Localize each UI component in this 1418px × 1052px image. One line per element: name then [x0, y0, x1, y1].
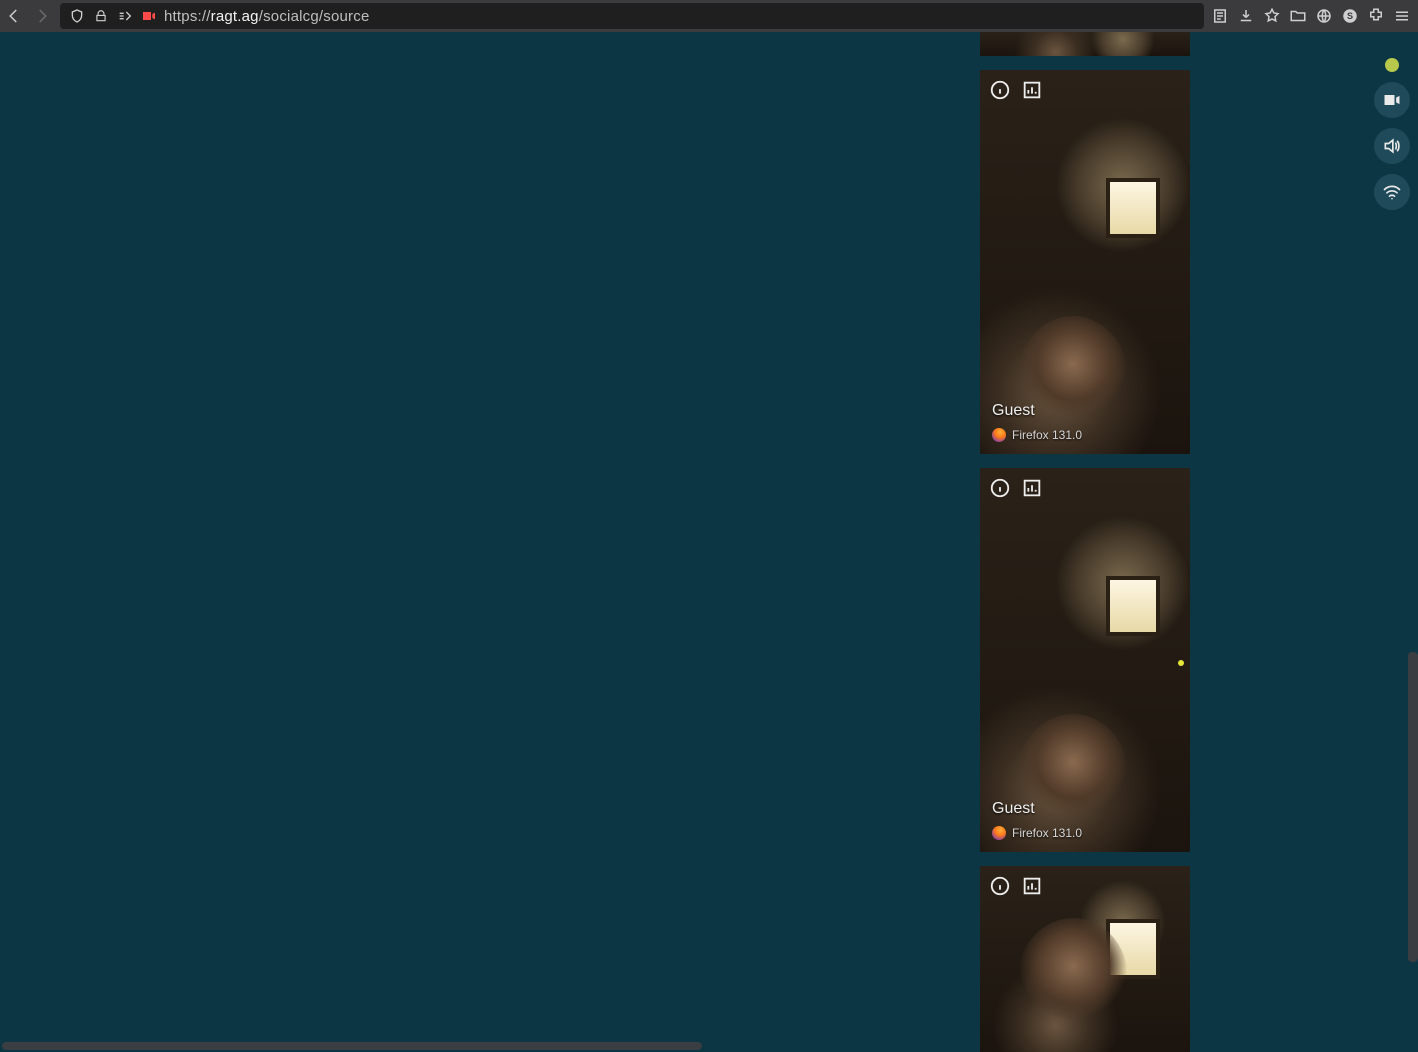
- video-feed: [980, 32, 1190, 56]
- speaker-toggle-button[interactable]: [1374, 128, 1410, 164]
- floating-controls: [1374, 58, 1410, 210]
- svg-text:S: S: [1347, 11, 1353, 21]
- participant-name: Guest: [992, 402, 1035, 420]
- stats-icon[interactable]: [1020, 476, 1044, 500]
- page-body: Guest Firefox 131.0 Guest Firefox 131.0: [0, 32, 1418, 1052]
- video-feed-detail: [1018, 918, 1128, 1038]
- lock-icon[interactable]: [92, 7, 110, 25]
- url-text: https://ragt.ag/socialcg/source: [164, 8, 369, 25]
- info-icon[interactable]: [988, 78, 1012, 102]
- browser-version: Firefox 131.0: [1012, 428, 1082, 442]
- address-bar[interactable]: https://ragt.ag/socialcg/source: [60, 3, 1204, 29]
- participant-meta: Firefox 131.0: [992, 826, 1082, 840]
- participant-meta: Firefox 131.0: [992, 428, 1082, 442]
- grid-globe-icon[interactable]: [1312, 4, 1336, 28]
- back-button[interactable]: [0, 2, 28, 30]
- permissions-icon[interactable]: [116, 7, 134, 25]
- s-circle-icon[interactable]: S: [1338, 4, 1362, 28]
- stats-icon[interactable]: [1020, 78, 1044, 102]
- url-path: /socialcg/source: [259, 8, 370, 25]
- folder-icon[interactable]: [1286, 4, 1310, 28]
- tile-top-icons: [988, 476, 1044, 500]
- video-feed-detail: [1106, 576, 1160, 636]
- firefox-icon: [992, 428, 1006, 442]
- tile-top-icons: [988, 78, 1044, 102]
- vertical-scrollbar[interactable]: [1408, 652, 1418, 962]
- info-icon[interactable]: [988, 476, 1012, 500]
- camera-blocked-icon[interactable]: [140, 7, 158, 25]
- reader-icon[interactable]: [1208, 4, 1232, 28]
- browser-toolbar: https://ragt.ag/socialcg/source S: [0, 0, 1418, 32]
- bookmark-star-icon[interactable]: [1260, 4, 1284, 28]
- participant-name: Guest: [992, 800, 1035, 818]
- tile-top-icons: [988, 874, 1044, 898]
- toolbar-right: S: [1208, 4, 1414, 28]
- browser-version: Firefox 131.0: [1012, 826, 1082, 840]
- forward-button[interactable]: [28, 2, 56, 30]
- video-tile[interactable]: [980, 866, 1190, 1052]
- video-tile[interactable]: [980, 32, 1190, 56]
- speaking-indicator: [1178, 660, 1184, 666]
- video-feed-detail: [1106, 178, 1160, 238]
- video-tile[interactable]: Guest Firefox 131.0: [980, 468, 1190, 852]
- camera-toggle-button[interactable]: [1374, 82, 1410, 118]
- stats-icon[interactable]: [1020, 874, 1044, 898]
- video-tile[interactable]: Guest Firefox 131.0: [980, 70, 1190, 454]
- network-button[interactable]: [1374, 174, 1410, 210]
- url-domain: ragt.ag: [211, 8, 259, 25]
- menu-icon[interactable]: [1390, 4, 1414, 28]
- video-tiles-column: Guest Firefox 131.0 Guest Firefox 131.0: [980, 32, 1190, 1052]
- info-icon[interactable]: [988, 874, 1012, 898]
- shield-icon[interactable]: [68, 7, 86, 25]
- download-icon[interactable]: [1234, 4, 1258, 28]
- extensions-icon[interactable]: [1364, 4, 1388, 28]
- url-pre: https://: [164, 8, 211, 25]
- firefox-icon: [992, 826, 1006, 840]
- horizontal-scrollbar[interactable]: [2, 1042, 702, 1050]
- connection-status-dot: [1385, 58, 1399, 72]
